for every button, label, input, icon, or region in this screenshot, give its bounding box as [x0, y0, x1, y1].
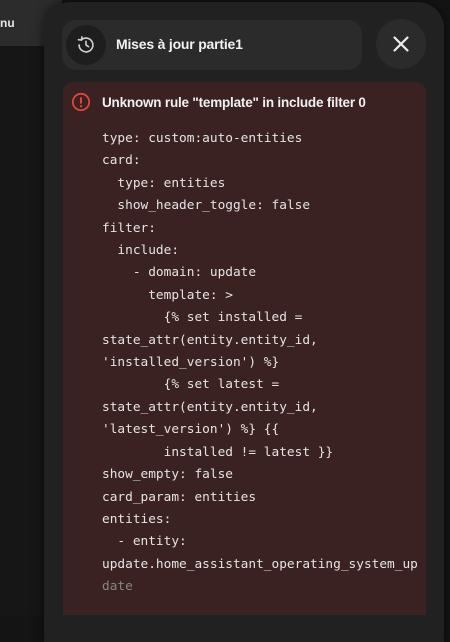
yaml-line: card:	[102, 153, 141, 169]
yaml-line: include:	[102, 243, 180, 259]
yaml-line: template: >	[102, 287, 233, 303]
yaml-line: {% set latest =	[102, 377, 280, 393]
alert-circle-icon	[71, 92, 91, 112]
dialog-title: Mises à jour partie1	[116, 36, 243, 52]
yaml-line: - domain: update	[102, 265, 257, 281]
yaml-line: {% set installed =	[102, 310, 303, 326]
yaml-line: date	[102, 579, 133, 595]
yaml-line: type: entities	[102, 175, 226, 191]
yaml-line: state_attr(entity.entity_id,	[102, 332, 318, 348]
error-title: Unknown rule "template" in include filte…	[102, 95, 366, 110]
yaml-line: installed != latest }}	[102, 444, 334, 460]
yaml-line: filter:	[102, 220, 156, 236]
yaml-line: 'latest_version') %} {{	[102, 422, 280, 438]
yaml-line: entities:	[102, 511, 172, 527]
yaml-line: 'installed_version') %}	[102, 355, 280, 371]
history-button[interactable]	[66, 25, 106, 65]
yaml-line: type: custom:auto-entities	[102, 131, 303, 146]
yaml-line: card_param: entities	[102, 489, 257, 505]
yaml-config: type: custom:auto-entities card: type: en…	[102, 128, 418, 599]
error-card: Unknown rule "template" in include filte…	[63, 82, 426, 615]
yaml-line: show_header_toggle: false	[102, 198, 311, 214]
yaml-line: show_empty: false	[102, 467, 233, 483]
yaml-line: state_attr(entity.entity_id,	[102, 399, 318, 415]
yaml-line: update.home_assistant_operating_system_u…	[102, 556, 418, 572]
history-icon	[77, 36, 94, 53]
close-icon	[393, 36, 409, 52]
yaml-line: - entity:	[102, 534, 187, 550]
background-chip-label: nu	[0, 16, 15, 30]
close-button[interactable]	[376, 19, 426, 69]
